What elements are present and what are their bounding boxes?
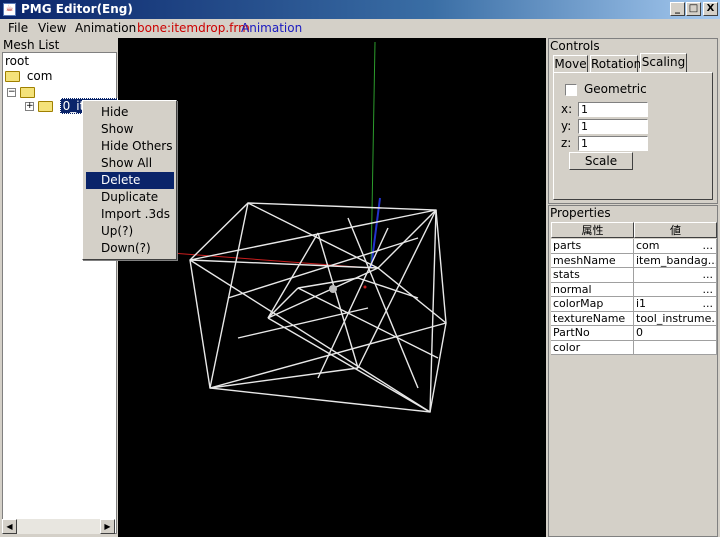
mesh-list-title: Mesh List (3, 38, 60, 52)
property-value[interactable]: item_bandag... (634, 253, 717, 268)
x-label: x: (561, 102, 573, 116)
scroll-left-icon[interactable]: ◀ (2, 519, 17, 534)
z-label: z: (561, 136, 572, 150)
property-value[interactable]: tool_instrume... (634, 311, 717, 326)
close-button[interactable]: X (703, 2, 718, 16)
bone-file-label: bone:itemdrop.frm (137, 21, 250, 35)
3d-viewport[interactable] (117, 38, 546, 537)
horizontal-scrollbar[interactable]: ◀ ▶ (2, 519, 115, 534)
menu-bar: File View Animation bone:itemdrop.frm An… (0, 19, 720, 37)
title-bar: ☕ PMG Editor(Eng) _ □ X (0, 0, 720, 19)
tab-rotation[interactable]: Rotation (590, 55, 641, 73)
scale-button[interactable]: Scale (569, 152, 633, 170)
property-value[interactable]: com... (634, 239, 717, 254)
property-value[interactable]: i1... (634, 297, 717, 312)
maximize-button[interactable]: □ (686, 2, 701, 16)
header-value: 値 (634, 222, 717, 238)
ctx-up[interactable]: Up(?) (86, 223, 174, 240)
scale-y-input[interactable]: 1 (578, 119, 648, 134)
property-value-text: tool_instrume... (636, 311, 717, 325)
property-name: PartNo (551, 326, 634, 341)
property-value[interactable]: ... (634, 282, 717, 297)
ctx-show-all[interactable]: Show All (86, 155, 174, 172)
properties-panel: Properties 属性 値 parts com... meshName item_… (548, 205, 718, 537)
scale-x-input[interactable]: 1 (578, 102, 648, 117)
property-edit-button[interactable]: ... (703, 239, 714, 252)
animation-status-label: Animation (241, 21, 303, 35)
property-edit-button[interactable]: ... (703, 283, 714, 296)
property-name: textureName (551, 311, 634, 326)
geometric-checkbox[interactable] (565, 84, 577, 96)
window-title: PMG Editor(Eng) (21, 2, 133, 16)
property-name: stats (551, 268, 634, 283)
minimize-button[interactable]: _ (670, 2, 685, 16)
property-name: normal (551, 282, 634, 297)
scaling-tab-content: Geometric x: 1 y: 1 z: 1 Scale (553, 72, 713, 200)
ctx-down[interactable]: Down(?) (86, 240, 174, 257)
tree-root[interactable]: root (5, 54, 29, 68)
header-attribute: 属性 (551, 222, 634, 238)
property-value-text: item_bandag... (636, 253, 717, 267)
scroll-right-icon[interactable]: ▶ (100, 519, 115, 534)
controls-panel: Controls Move Rotation Scaling Geometric… (548, 38, 718, 204)
ctx-delete[interactable]: Delete (86, 172, 174, 189)
menu-file[interactable]: File (8, 21, 28, 35)
collapse-icon[interactable]: − (7, 88, 16, 97)
folder-icon (5, 71, 20, 82)
property-value-text: com (636, 239, 660, 252)
menu-view[interactable]: View (38, 21, 66, 35)
expand-icon[interactable]: + (25, 102, 34, 111)
ctx-hide-others[interactable]: Hide Others (86, 138, 174, 155)
wireframe-mesh (117, 41, 447, 413)
property-value-text: 0 (636, 326, 643, 339)
ctx-hide[interactable]: Hide (86, 104, 174, 121)
ctx-duplicate[interactable]: Duplicate (86, 189, 174, 206)
property-name: colorMap (551, 297, 634, 312)
tab-scaling[interactable]: Scaling (640, 53, 687, 73)
tab-move[interactable]: Move (553, 55, 588, 73)
app-icon: ☕ (3, 3, 16, 16)
folder-open-icon (19, 87, 35, 98)
property-edit-button[interactable]: ... (703, 268, 714, 281)
folder-icon (37, 101, 53, 112)
context-menu: Hide Show Hide Others Show All Delete Du… (82, 100, 177, 260)
geometric-label: Geometric (584, 82, 647, 96)
property-value[interactable]: 0 (634, 326, 717, 341)
property-edit-button[interactable]: ... (703, 297, 714, 310)
tree-node-label: com (26, 69, 53, 83)
scale-z-input[interactable]: 1 (578, 136, 648, 151)
y-label: y: (561, 119, 572, 133)
ctx-show[interactable]: Show (86, 121, 174, 138)
property-value[interactable] (634, 340, 717, 355)
controls-title: Controls (550, 39, 600, 53)
property-value[interactable]: ... (634, 268, 717, 283)
ctx-import-3ds[interactable]: Import .3ds (86, 206, 174, 223)
tree-node-open[interactable]: − (7, 85, 35, 99)
tree-node-com[interactable]: com (5, 69, 52, 83)
property-name: meshName (551, 253, 634, 268)
property-value-text: i1 (636, 297, 647, 310)
property-name: parts (551, 239, 634, 254)
property-name: color (551, 340, 634, 355)
menu-animation[interactable]: Animation (75, 21, 136, 35)
properties-title: Properties (550, 206, 611, 220)
